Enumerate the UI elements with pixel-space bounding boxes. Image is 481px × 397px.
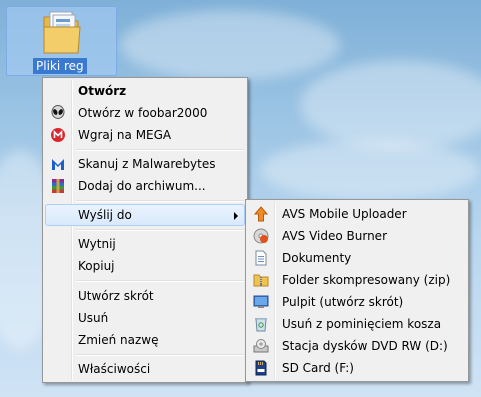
menu-separator — [76, 229, 244, 231]
disc-burner-icon — [253, 228, 269, 244]
wallpaper-cloud — [300, 60, 481, 150]
foobar-alien-icon — [51, 105, 65, 119]
menu-item-label: Wytnij — [78, 237, 116, 251]
recycle-bin-icon — [255, 318, 267, 332]
menu-item-label: AVS Mobile Uploader — [282, 207, 407, 221]
sendto-item-zip-folder[interactable]: Folder skompresowany (zip) — [248, 269, 466, 291]
menu-item-label: Dodaj do archiwum... — [78, 179, 206, 193]
send-to-submenu: AVS Mobile Uploader AVS Video Burner Dok… — [245, 199, 469, 382]
submenu-arrow-icon — [234, 212, 238, 220]
sendto-item-sd-card[interactable]: SD Card (F:) — [248, 357, 466, 379]
menu-item-label: Wyślij do — [78, 208, 132, 222]
desktop-item-label[interactable]: Pliki reg — [33, 58, 87, 74]
menu-item-label: Utwórz skrót — [78, 289, 154, 303]
desktop-icon — [253, 295, 269, 308]
wallpaper-cloud — [120, 10, 340, 80]
zip-folder-icon — [253, 274, 269, 287]
mega-icon — [51, 128, 65, 142]
wallpaper-cloud — [260, 140, 480, 200]
menu-item-label: SD Card (F:) — [282, 361, 354, 375]
menu-separator — [76, 354, 244, 356]
sendto-item-documents[interactable]: Dokumenty — [248, 247, 466, 269]
menu-item-label: Skanuj z Malwarebytes — [78, 157, 216, 171]
menu-item-label: Stacja dysków DVD RW (D:) — [282, 339, 448, 353]
menu-item-scan-malwarebytes[interactable]: Skanuj z Malwarebytes — [45, 153, 245, 175]
menu-item-properties[interactable]: Właściwości — [45, 358, 245, 380]
sendto-item-dvd-drive[interactable]: Stacja dysków DVD RW (D:) — [248, 335, 466, 357]
sendto-item-avs-video-burner[interactable]: AVS Video Burner — [248, 225, 466, 247]
menu-item-label: Folder skompresowany (zip) — [282, 273, 451, 287]
menu-item-label: Pulpit (utwórz skrót) — [282, 295, 404, 309]
menu-item-label: Kopiuj — [78, 259, 115, 273]
menu-item-label: Otwórz w foobar2000 — [78, 106, 208, 120]
sendto-item-desktop-shortcut[interactable]: Pulpit (utwórz skrót) — [248, 291, 466, 313]
menu-separator — [76, 200, 244, 202]
menu-item-label: Właściwości — [78, 362, 151, 376]
menu-item-add-to-archive[interactable]: Dodaj do archiwum... — [45, 175, 245, 197]
menu-item-label: Otwórz — [78, 84, 127, 98]
menu-separator — [76, 280, 244, 282]
menu-item-send-to[interactable]: Wyślij do — [45, 204, 245, 226]
menu-item-cut[interactable]: Wytnij — [45, 233, 245, 255]
upload-arrow-icon — [253, 206, 269, 222]
menu-item-label: Usuń — [78, 311, 109, 325]
sendto-item-avs-mobile-uploader[interactable]: AVS Mobile Uploader — [248, 203, 466, 225]
menu-item-rename[interactable]: Zmień nazwę — [45, 329, 245, 351]
folder-icon — [43, 11, 81, 54]
menu-item-copy[interactable]: Kopiuj — [45, 255, 245, 277]
menu-item-open[interactable]: Otwórz — [45, 80, 245, 102]
menu-item-label: Wgraj na MEGA — [78, 128, 172, 142]
sendto-item-delete-bypass-bin[interactable]: Usuń z pominięciem kosza — [248, 313, 466, 335]
context-menu: Otwórz Otwórz w foobar2000 Wgraj na MEGA… — [42, 77, 248, 383]
winrar-icon — [52, 179, 64, 193]
malwarebytes-icon — [52, 159, 64, 170]
menu-item-label: AVS Video Burner — [282, 229, 387, 243]
menu-item-label: Usuń z pominięciem kosza — [282, 317, 442, 331]
menu-item-create-shortcut[interactable]: Utwórz skrót — [45, 285, 245, 307]
menu-item-open-foobar[interactable]: Otwórz w foobar2000 — [45, 102, 245, 124]
menu-item-upload-mega[interactable]: Wgraj na MEGA — [45, 124, 245, 146]
menu-item-label: Zmień nazwę — [78, 333, 159, 347]
menu-item-label: Dokumenty — [282, 251, 352, 265]
dvd-drive-icon — [253, 339, 269, 353]
desktop-folder-item[interactable]: Pliki reg — [6, 6, 117, 76]
menu-separator — [76, 149, 244, 151]
sd-card-icon — [255, 360, 267, 376]
menu-item-delete[interactable]: Usuń — [45, 307, 245, 329]
document-icon — [255, 250, 267, 266]
